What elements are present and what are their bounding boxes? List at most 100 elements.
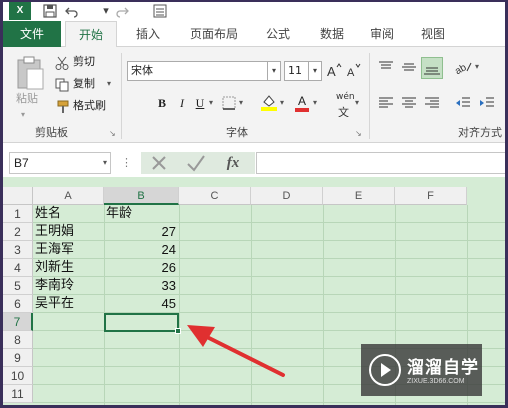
select-all-corner[interactable] [3, 187, 33, 205]
border-dropdown-icon[interactable]: ▾ [239, 95, 243, 111]
increase-font-icon[interactable]: A [326, 62, 342, 79]
decrease-indent-icon[interactable] [455, 95, 471, 109]
row-header-4[interactable]: 4 [3, 259, 33, 277]
formula-input[interactable] [256, 152, 505, 174]
phonetic-icon[interactable]: 文 [337, 102, 351, 119]
cell-a5[interactable]: 李南玲 [35, 277, 104, 295]
align-middle-icon[interactable] [401, 59, 417, 73]
insert-function-button[interactable]: fx [221, 152, 245, 174]
tab-home[interactable]: 开始 [65, 21, 117, 48]
align-bottom-icon[interactable] [421, 57, 443, 79]
chevron-down-icon[interactable]: ▾ [103, 153, 107, 173]
phonetic-dropdown-icon[interactable]: ▾ [355, 95, 359, 111]
column-header-b[interactable]: B [104, 187, 179, 205]
font-group-label: 字体 [226, 126, 248, 139]
row-header-11[interactable]: 11 [3, 385, 33, 403]
format-painter-icon[interactable] [55, 99, 69, 113]
more-options-icon[interactable]: ⋮ [121, 152, 132, 174]
cell-b2[interactable]: 27 [106, 223, 179, 241]
format-painter-label[interactable]: 格式刷 [73, 98, 106, 114]
bold-button[interactable]: B [155, 94, 169, 112]
font-color-button[interactable]: A [295, 94, 309, 112]
custom-command-icon[interactable] [153, 4, 167, 18]
svg-text:文: 文 [338, 105, 349, 117]
orientation-icon[interactable]: ab [453, 59, 473, 77]
decrease-font-icon[interactable]: A [346, 62, 362, 79]
copy-label[interactable]: 复制 [73, 76, 95, 92]
align-left-icon[interactable] [378, 95, 394, 109]
watermark-url: ZIXUE.3D66.COM [407, 378, 465, 385]
row-header-8[interactable]: 8 [3, 331, 33, 349]
underline-button[interactable]: U [193, 94, 207, 112]
font-size-value: 11 [288, 64, 302, 77]
clipboard-launcher-icon[interactable]: ↘ [109, 126, 116, 142]
grid-column-line [323, 205, 324, 405]
name-box[interactable]: B7 ▾ [9, 152, 111, 174]
cut-label[interactable]: 剪切 [73, 54, 95, 70]
paste-icon[interactable] [13, 55, 47, 91]
tab-formulas[interactable]: 公式 [255, 21, 301, 47]
redo-icon[interactable] [115, 4, 129, 18]
tab-insert[interactable]: 插入 [125, 21, 171, 47]
column-header-c[interactable]: C [179, 187, 251, 205]
svg-text:ab: ab [455, 62, 469, 75]
annotation-arrow-icon [187, 325, 285, 377]
copy-icon[interactable] [55, 77, 69, 92]
align-center-icon[interactable] [401, 95, 417, 109]
row-header-3[interactable]: 3 [3, 241, 33, 259]
column-header-e[interactable]: E [323, 187, 395, 205]
cell-b6[interactable]: 45 [106, 295, 179, 313]
row-header-1[interactable]: 1 [3, 205, 33, 223]
cell-a4[interactable]: 刘新生 [35, 259, 104, 277]
row-header-10[interactable]: 10 [3, 367, 33, 385]
cell-b1[interactable]: 年龄 [106, 205, 179, 223]
cancel-icon[interactable] [149, 152, 169, 174]
row-header-6[interactable]: 6 [3, 295, 33, 313]
orientation-dropdown-icon[interactable]: ▾ [475, 59, 479, 75]
undo-icon[interactable] [65, 4, 79, 18]
paste-label[interactable]: 粘贴 [16, 91, 38, 107]
tab-view[interactable]: 视图 [410, 21, 456, 47]
column-header-d[interactable]: D [251, 187, 323, 205]
tab-page-layout[interactable]: 页面布局 [179, 21, 249, 47]
column-header-f[interactable]: F [395, 187, 467, 205]
chevron-down-icon[interactable]: ▾ [308, 62, 321, 80]
enter-icon[interactable] [185, 152, 207, 174]
font-launcher-icon[interactable]: ↘ [355, 126, 362, 142]
cell-a2[interactable]: 王明娟 [35, 223, 104, 241]
row-header-2[interactable]: 2 [3, 223, 33, 241]
undo-dropdown-icon[interactable]: ▾ [99, 4, 113, 18]
increase-indent-icon[interactable] [479, 95, 495, 109]
fill-color-dropdown-icon[interactable]: ▾ [280, 95, 284, 111]
svg-text:A: A [347, 67, 355, 78]
font-name-combo[interactable]: 宋体 ▾ [127, 61, 281, 81]
font-size-combo[interactable]: 11 ▾ [284, 61, 322, 81]
tab-review[interactable]: 审阅 [359, 21, 405, 47]
fill-color-icon[interactable] [260, 93, 278, 111]
save-icon[interactable] [43, 4, 57, 18]
row-header-9[interactable]: 9 [3, 349, 33, 367]
cell-a1[interactable]: 姓名 [35, 205, 104, 223]
paste-dropdown-icon[interactable]: ▾ [21, 107, 25, 123]
align-right-icon[interactable] [424, 95, 440, 109]
border-icon[interactable] [221, 95, 237, 111]
chevron-down-icon[interactable]: ▾ [267, 62, 280, 80]
cell-a6[interactable]: 吴平在 [35, 295, 104, 313]
ribbon-tabs: 文件 开始 插入 页面布局 公式 数据 审阅 视图 [3, 21, 505, 48]
cell-b3[interactable]: 24 [106, 241, 179, 259]
copy-dropdown-icon[interactable]: ▾ [107, 76, 111, 92]
svg-text:A: A [327, 64, 336, 78]
cut-icon[interactable] [55, 55, 69, 70]
tab-file[interactable]: 文件 [3, 21, 61, 47]
cell-b4[interactable]: 26 [106, 259, 179, 277]
underline-dropdown-icon[interactable]: ▾ [209, 95, 213, 111]
italic-button[interactable]: I [175, 94, 189, 112]
row-header-5[interactable]: 5 [3, 277, 33, 295]
column-header-a[interactable]: A [33, 187, 104, 205]
cell-a3[interactable]: 王海军 [35, 241, 104, 259]
cell-b5[interactable]: 33 [106, 277, 179, 295]
align-top-icon[interactable] [378, 59, 394, 73]
font-color-dropdown-icon[interactable]: ▾ [313, 95, 317, 111]
row-header-7[interactable]: 7 [3, 313, 33, 331]
tab-data[interactable]: 数据 [309, 21, 355, 47]
